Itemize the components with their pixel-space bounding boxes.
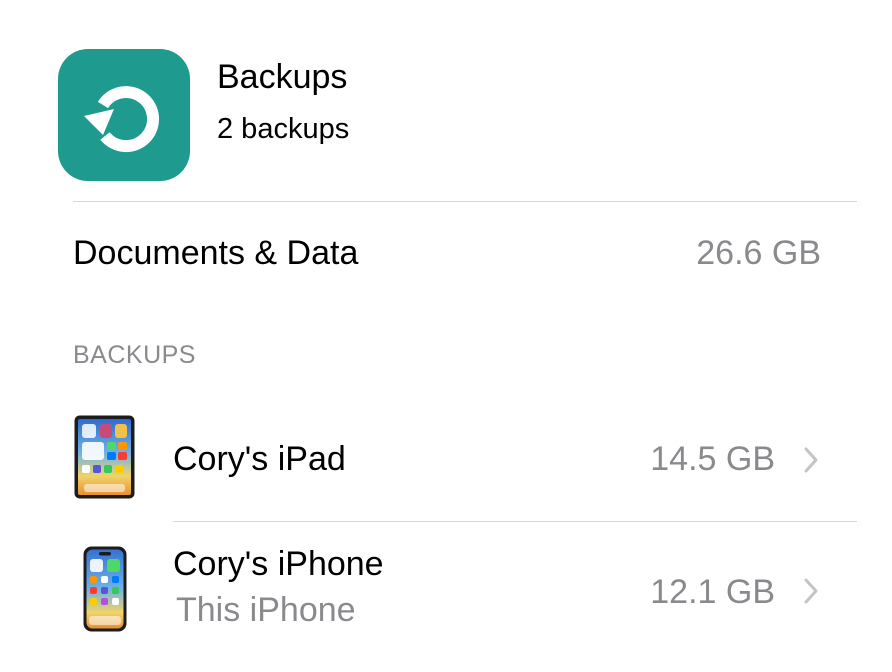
ipad-icon bbox=[74, 415, 135, 499]
device-name: Cory's iPhone bbox=[173, 545, 384, 583]
backups-section-header: BACKUPS bbox=[73, 341, 196, 369]
backup-row-ipad[interactable]: Cory's iPad 14.5 GB bbox=[0, 405, 892, 520]
device-backup-size: 14.5 GB bbox=[650, 440, 775, 478]
backup-restore-icon bbox=[84, 86, 159, 153]
backup-row-iphone[interactable]: Cory's iPhone This iPhone 12.1 GB bbox=[0, 522, 892, 672]
backups-screen: Backups 2 backups Documents & Data 26.6 … bbox=[0, 0, 892, 672]
documents-data-label: Documents & Data bbox=[73, 234, 359, 272]
documents-data-size: 26.6 GB bbox=[696, 234, 821, 272]
header-divider bbox=[73, 201, 857, 202]
chevron-right-icon bbox=[804, 447, 818, 473]
device-backup-size: 12.1 GB bbox=[650, 573, 775, 611]
device-subtitle: This iPhone bbox=[176, 591, 356, 629]
device-name: Cory's iPad bbox=[173, 440, 346, 478]
chevron-right-icon bbox=[804, 578, 818, 604]
page-title: Backups bbox=[217, 58, 348, 96]
backup-count: 2 backups bbox=[217, 113, 350, 145]
iphone-icon bbox=[83, 546, 127, 632]
backups-app-icon bbox=[58, 49, 190, 181]
